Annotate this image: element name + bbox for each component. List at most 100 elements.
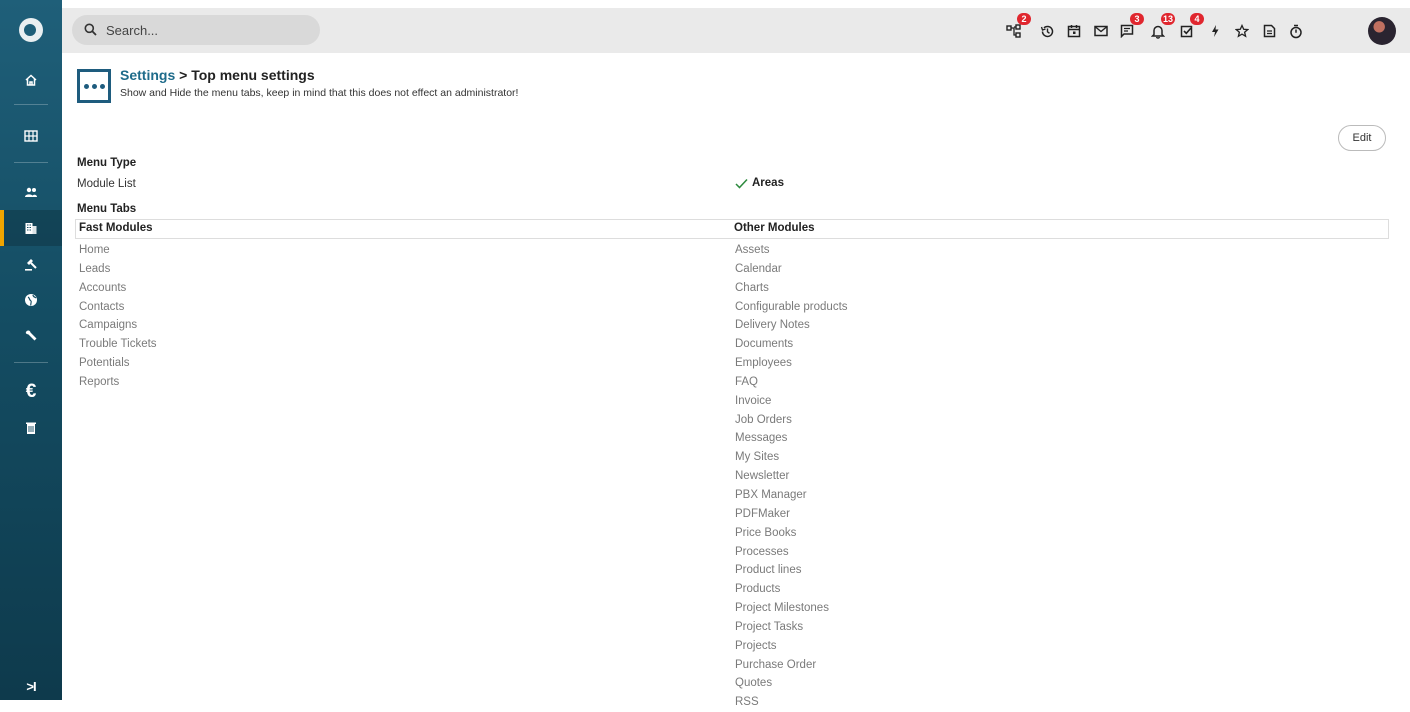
history-button[interactable] (1037, 21, 1057, 41)
user-avatar[interactable] (1368, 17, 1396, 45)
fast-module-item: Home (79, 244, 110, 256)
edit-button[interactable]: Edit (1338, 125, 1386, 151)
other-module-item: Purchase Order (735, 658, 817, 671)
other-module-item: Price Books (735, 526, 797, 539)
chat-badge: 3 (1130, 13, 1144, 25)
contacts-icon (25, 187, 37, 197)
main-content: Settings > Top menu settings Show and Hi… (62, 53, 1410, 708)
menu-type-heading: Menu Type (77, 157, 137, 169)
other-module-item: Project Milestones (735, 602, 829, 615)
fast-module-item: Campaigns (79, 319, 138, 332)
building-icon (25, 223, 37, 234)
other-module-item: FAQ (735, 375, 759, 388)
menu-type-selected: Areas (752, 177, 784, 189)
more-icon (77, 69, 111, 103)
timer-icon (1290, 24, 1302, 38)
hierarchy-button[interactable]: 2 (1004, 13, 1031, 41)
sidebar-item-home[interactable] (0, 62, 62, 98)
gavel-icon (25, 259, 37, 271)
trash-icon (26, 422, 36, 434)
other-module-item: Charts (735, 281, 769, 294)
notifications-button[interactable]: 13 (1148, 13, 1175, 41)
fast-module-item: Trouble Tickets (79, 338, 157, 351)
other-module-item: Products (735, 583, 781, 596)
search-input[interactable]: Search... (72, 15, 320, 45)
sidebar-divider (14, 162, 48, 163)
breadcrumb-separator: > (175, 67, 192, 83)
sidebar-item-grid[interactable] (0, 118, 62, 154)
sidebar-item-trash[interactable] (0, 410, 62, 446)
sidebar-item-accounts[interactable] (0, 210, 62, 246)
documents-button[interactable] (1259, 21, 1279, 41)
notifications-badge: 13 (1161, 13, 1175, 25)
other-module-item: RSS (735, 696, 759, 709)
lightning-icon (1212, 25, 1219, 37)
fast-module-item: Leads (79, 262, 111, 275)
other-module-item: Job Orders (735, 413, 792, 426)
sidebar-item-contacts[interactable] (0, 174, 62, 210)
fast-modules-list: Home Leads Accounts Contacts Campaigns Troubl… (79, 241, 157, 392)
other-module-item: Assets (735, 244, 770, 256)
page-subtitle: Show and Hide the menu tabs, keep in min… (120, 87, 519, 99)
other-module-item: Delivery Notes (735, 319, 810, 332)
page-title: Top menu settings (191, 67, 315, 83)
mail-button[interactable] (1091, 21, 1111, 41)
grid-icon (24, 130, 38, 142)
top-bar: Search... 2 3 13 4 (62, 8, 1410, 53)
other-module-item: PDFMaker (735, 507, 790, 520)
sidebar-item-websites[interactable] (0, 282, 62, 318)
calendar-button[interactable] (1064, 21, 1084, 41)
other-module-item: Messages (735, 432, 788, 445)
hierarchy-icon (1006, 24, 1021, 38)
globe-icon (25, 294, 37, 306)
fast-module-item: Reports (79, 375, 120, 388)
fast-module-item: Contacts (79, 300, 125, 313)
other-module-item: Documents (735, 338, 794, 351)
quick-create-button[interactable] (1205, 21, 1225, 41)
other-module-item: Projects (735, 639, 777, 652)
chat-icon (1120, 24, 1134, 38)
menu-type-value: Areas (735, 177, 784, 189)
sidebar-item-finance[interactable]: € (0, 374, 62, 410)
other-module-item: Product lines (735, 564, 802, 577)
wrench-icon (25, 330, 37, 341)
other-module-item: Processes (735, 545, 789, 558)
menu-tabs-header: Fast Modules Other Modules (75, 219, 1389, 239)
fast-module-item: Potentials (79, 357, 130, 370)
chat-button[interactable]: 3 (1117, 13, 1144, 41)
app-logo[interactable] (19, 18, 43, 42)
tasks-badge: 4 (1190, 13, 1204, 25)
timer-button[interactable] (1286, 21, 1306, 41)
sidebar-item-tools[interactable] (0, 318, 62, 354)
breadcrumb-settings-link[interactable]: Settings (120, 67, 175, 83)
euro-icon: € (25, 381, 37, 402)
other-module-item: Employees (735, 357, 792, 370)
other-modules-header: Other Modules (734, 222, 815, 234)
calendar-icon (1067, 25, 1081, 38)
other-module-item: PBX Manager (735, 488, 807, 501)
sidebar-item-legal[interactable] (0, 246, 62, 282)
fast-modules-header: Fast Modules (79, 222, 153, 234)
search-icon (84, 23, 98, 37)
task-icon (1180, 25, 1193, 38)
star-icon (1235, 24, 1249, 38)
other-modules-list: Assets Calendar Charts Configurable product… (735, 241, 848, 712)
other-module-item: Project Tasks (735, 620, 804, 633)
other-module-item: Quotes (735, 677, 773, 690)
sidebar-divider (14, 362, 48, 363)
sidebar-expand-button[interactable]: >I (0, 668, 62, 704)
history-icon (1040, 25, 1053, 37)
sidebar-divider (14, 104, 48, 105)
favorites-button[interactable] (1232, 21, 1252, 41)
other-module-item: Invoice (735, 394, 772, 407)
check-icon (735, 178, 748, 189)
other-module-item: Newsletter (735, 470, 790, 483)
home-icon (25, 74, 37, 86)
mail-icon (1094, 25, 1108, 37)
tasks-button[interactable]: 4 (1177, 13, 1204, 41)
expand-icon: >I (26, 678, 36, 694)
breadcrumb: Settings > Top menu settings (120, 67, 315, 83)
sidebar: € >I (0, 0, 62, 700)
other-module-item: My Sites (735, 451, 780, 464)
fast-module-item: Accounts (79, 281, 127, 294)
